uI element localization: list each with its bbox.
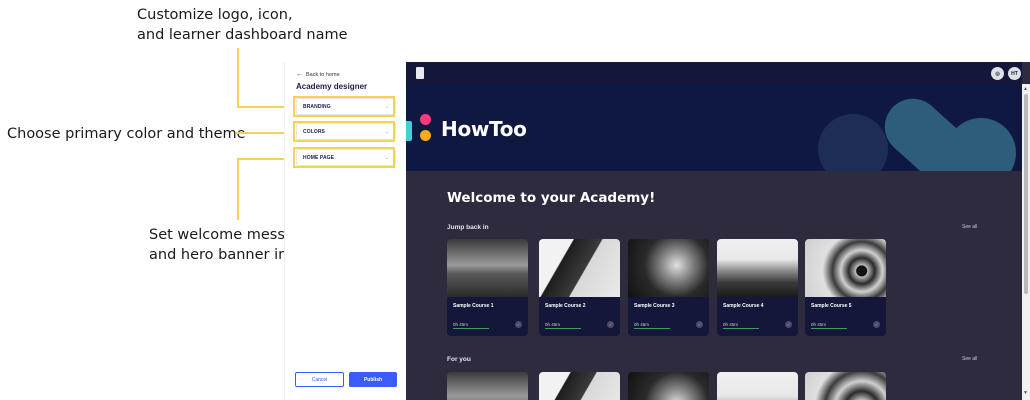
arrow-left-icon: ←	[296, 71, 303, 78]
academy-preview: ◎ HT HowToo Welcome to your Academy! Jum…	[406, 62, 1030, 400]
annotation-colors: Choose primary color and theme	[7, 126, 246, 142]
cancel-button[interactable]: Cancel	[295, 372, 344, 387]
highlight-colors	[293, 121, 395, 142]
course-title: Sample Course 3	[634, 303, 675, 309]
course-thumbnail	[447, 239, 528, 297]
course-card[interactable]	[717, 372, 798, 400]
brand-name: HowToo	[441, 117, 527, 141]
hamburger-menu-icon[interactable]	[416, 67, 424, 79]
scrollbar[interactable]: ▲ ▼	[1022, 84, 1030, 400]
course-progress	[811, 328, 847, 329]
highlight-home-page	[293, 147, 395, 168]
panel-title: Academy designer	[296, 82, 368, 91]
logo-dot-pink	[420, 114, 431, 125]
course-thumbnail	[628, 239, 709, 297]
course-thumbnail	[717, 239, 798, 297]
annotation-branding: Customize logo, icon, and learner dashbo…	[137, 5, 348, 45]
user-avatar[interactable]: HT	[1008, 67, 1021, 80]
publish-button[interactable]: Publish	[349, 372, 397, 387]
see-all-link[interactable]: See all	[962, 224, 977, 230]
annotation-branding-line1: Customize logo, icon,	[137, 7, 293, 23]
course-title: Sample Course 5	[811, 303, 852, 309]
annotation-branding-connector-v	[237, 48, 239, 107]
course-title: Sample Course 1	[453, 303, 494, 309]
course-thumbnail	[539, 239, 620, 297]
course-card[interactable]: Sample Course 1 0h 45m ✓	[447, 239, 528, 336]
see-all-link[interactable]: See all	[962, 356, 977, 362]
course-card[interactable]: Sample Course 2 0h 45m ✓	[539, 239, 620, 336]
check-circle-icon: ✓	[607, 321, 614, 328]
top-bar: ◎ HT	[406, 62, 1022, 84]
course-progress	[634, 328, 670, 329]
check-circle-icon: ✓	[873, 321, 880, 328]
course-card[interactable]: Sample Course 4 0h 45m ✓	[717, 239, 798, 336]
scroll-down-icon[interactable]: ▼	[1023, 390, 1028, 396]
course-duration: 0h 45m	[811, 322, 827, 327]
course-card[interactable]	[805, 372, 886, 400]
course-title: Sample Course 4	[723, 303, 764, 309]
course-card[interactable]: Sample Course 3 0h 45m ✓	[628, 239, 709, 336]
scrollbar-thumb[interactable]	[1024, 94, 1028, 294]
course-progress	[453, 328, 489, 329]
course-card[interactable]	[447, 372, 528, 400]
course-card[interactable]	[539, 372, 620, 400]
course-title: Sample Course 2	[545, 303, 586, 309]
course-card[interactable]: Sample Course 5 0h 45m ✓	[805, 239, 886, 336]
check-circle-icon: ✓	[785, 321, 792, 328]
annotation-home-connector-v	[237, 158, 239, 220]
back-to-home-label: Back to home	[306, 71, 340, 78]
logo-dot-orange	[420, 130, 431, 141]
welcome-message: Welcome to your Academy!	[447, 190, 656, 206]
hero-banner: HowToo	[406, 84, 1022, 171]
check-circle-icon: ✓	[696, 321, 703, 328]
hero-circle-shape-2	[946, 118, 1016, 171]
course-progress	[545, 328, 581, 329]
course-duration: 0h 45m	[545, 322, 561, 327]
hero-circle-shape	[818, 114, 888, 171]
scroll-up-icon[interactable]: ▲	[1023, 86, 1028, 92]
annotation-branding-line2: and learner dashboard name	[137, 27, 348, 43]
course-progress	[723, 328, 759, 329]
course-card[interactable]	[628, 372, 709, 400]
jump-back-in-title: Jump back in	[447, 224, 489, 231]
course-duration: 0h 45m	[634, 322, 650, 327]
course-thumbnail	[805, 239, 886, 297]
logo-bar	[406, 121, 412, 141]
highlight-branding	[293, 96, 395, 117]
check-circle-icon: ✓	[515, 321, 522, 328]
help-circle-icon[interactable]: ◎	[991, 67, 1004, 80]
back-to-home-link[interactable]: ← Back to home	[296, 71, 340, 78]
for-you-title: For you	[447, 356, 471, 363]
course-duration: 0h 45m	[723, 322, 739, 327]
course-duration: 0h 45m	[453, 322, 469, 327]
